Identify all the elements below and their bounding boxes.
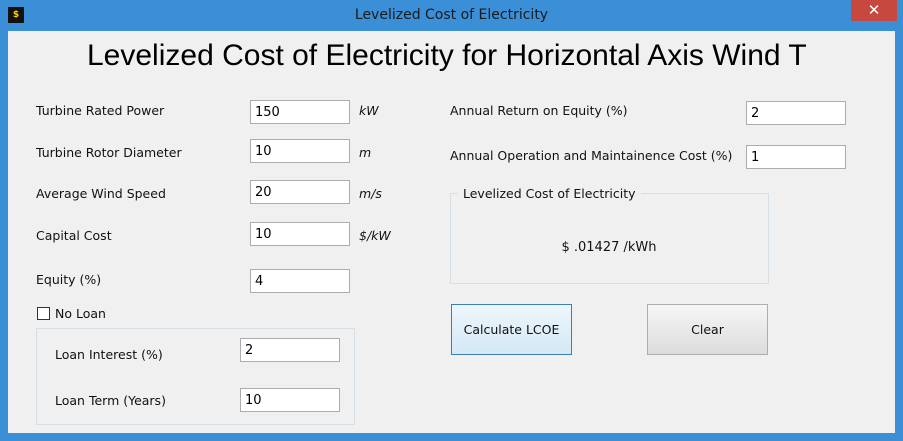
return-on-equity-label: Annual Return on Equity (%) — [450, 103, 628, 118]
rotor-diameter-label: Turbine Rotor Diameter — [36, 145, 182, 160]
loan-interest-label: Loan Interest (%) — [55, 347, 163, 362]
window-title: Levelized Cost of Electricity — [354, 7, 549, 23]
loan-term-input[interactable] — [240, 388, 340, 412]
main-panel: Levelized Cost of Electricity for Horizo… — [8, 31, 895, 433]
wind-speed-input[interactable] — [250, 180, 350, 204]
close-icon[interactable]: ✕ — [851, 0, 897, 21]
clear-button[interactable]: Clear — [647, 304, 768, 355]
no-loan-label[interactable]: No Loan — [55, 306, 106, 321]
capital-cost-label: Capital Cost — [36, 228, 112, 243]
equity-label: Equity (%) — [36, 272, 102, 287]
capital-cost-input[interactable] — [250, 222, 350, 246]
rated-power-input[interactable] — [250, 100, 350, 124]
title-bar[interactable]: $ Levelized Cost of Electricity ✕ — [0, 0, 903, 31]
rotor-diameter-unit: m — [359, 145, 372, 160]
om-cost-input[interactable] — [746, 145, 846, 169]
lcoe-result-value: $ .01427 /kWh — [561, 240, 657, 255]
rated-power-unit: kW — [359, 103, 379, 118]
capital-cost-unit: $/kW — [359, 228, 391, 243]
om-cost-label: Annual Operation and Maintainence Cost (… — [450, 148, 733, 163]
calculate-lcoe-button[interactable]: Calculate LCOE — [451, 304, 572, 355]
app-window: $ Levelized Cost of Electricity ✕ Leveli… — [0, 0, 903, 441]
rotor-diameter-input[interactable] — [250, 139, 350, 163]
result-groupbox — [450, 193, 769, 284]
equity-input[interactable] — [250, 269, 350, 293]
return-on-equity-input[interactable] — [746, 101, 846, 125]
loan-term-label: Loan Term (Years) — [55, 393, 166, 408]
rated-power-label: Turbine Rated Power — [36, 103, 165, 118]
page-heading: Levelized Cost of Electricity for Horizo… — [87, 39, 807, 72]
wind-speed-unit: m/s — [359, 186, 382, 201]
result-title: Levelized Cost of Electricity — [458, 186, 641, 201]
loan-interest-input[interactable] — [240, 338, 340, 362]
no-loan-checkbox[interactable] — [37, 307, 50, 320]
wind-speed-label: Average Wind Speed — [36, 186, 166, 201]
